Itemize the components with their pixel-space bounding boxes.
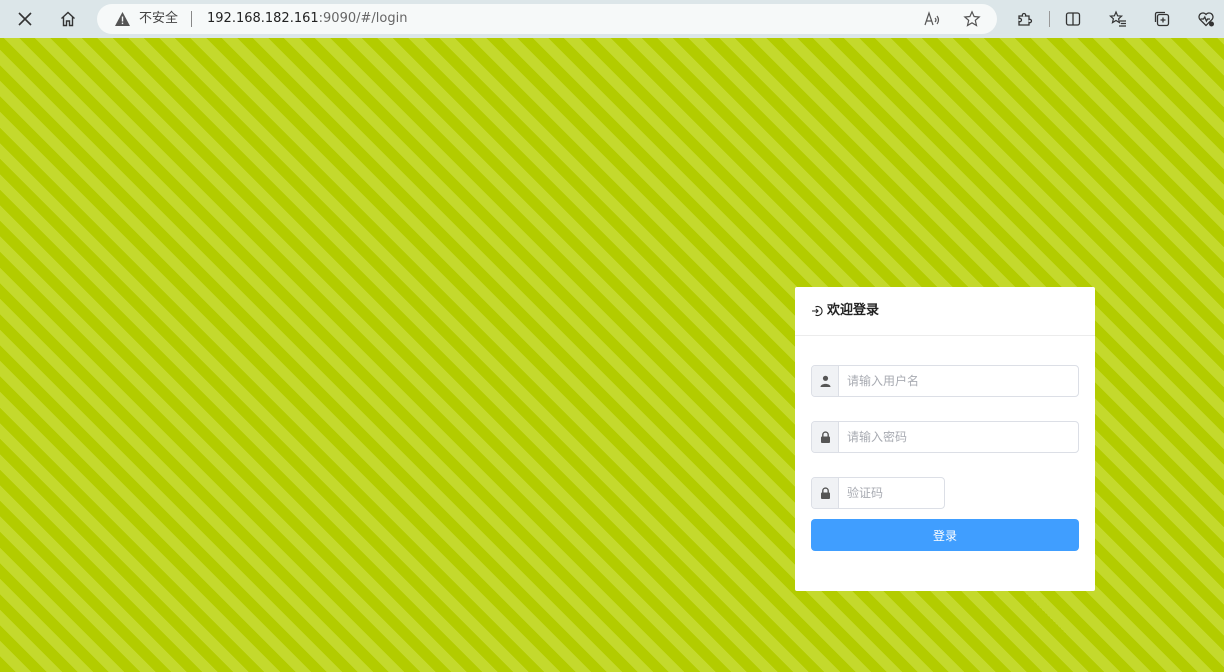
password-input[interactable] xyxy=(839,422,1078,452)
close-icon[interactable] xyxy=(12,6,38,32)
home-icon[interactable] xyxy=(55,6,81,32)
browser-toolbar: 不安全 192.168.182.161:9090/#/login xyxy=(0,0,1224,38)
login-title: 欢迎登录 xyxy=(827,303,880,318)
star-icon[interactable] xyxy=(963,10,981,28)
captcha-input[interactable] xyxy=(839,478,944,508)
warning-icon[interactable] xyxy=(114,11,131,27)
lock-icon xyxy=(812,478,839,508)
lock-icon xyxy=(812,422,839,452)
toolbar-divider xyxy=(1049,11,1050,27)
read-aloud-icon[interactable] xyxy=(923,10,941,28)
favorites-icon[interactable] xyxy=(1105,6,1131,32)
login-button[interactable]: 登录 xyxy=(811,519,1079,551)
address-bar[interactable]: 不安全 192.168.182.161:9090/#/login xyxy=(97,4,997,34)
security-status-label[interactable]: 不安全 xyxy=(139,11,178,27)
split-screen-icon[interactable] xyxy=(1060,6,1086,32)
url-host: 192.168.182.161 xyxy=(207,11,319,26)
password-field[interactable] xyxy=(811,421,1079,453)
address-divider xyxy=(191,11,192,27)
login-card-header: 欢迎登录 xyxy=(795,287,1095,336)
username-field[interactable] xyxy=(811,365,1079,397)
puzzle-icon[interactable] xyxy=(1012,6,1038,32)
username-input[interactable] xyxy=(839,366,1078,396)
url-text[interactable]: 192.168.182.161:9090/#/login xyxy=(207,11,407,27)
url-path: :9090/#/login xyxy=(318,11,408,26)
user-icon xyxy=(812,366,839,396)
heart-pulse-icon[interactable] xyxy=(1193,6,1219,32)
captcha-field[interactable] xyxy=(811,477,945,509)
collections-icon[interactable] xyxy=(1149,6,1175,32)
sign-in-icon xyxy=(812,305,823,317)
login-card: 欢迎登录 登录 xyxy=(795,287,1095,591)
